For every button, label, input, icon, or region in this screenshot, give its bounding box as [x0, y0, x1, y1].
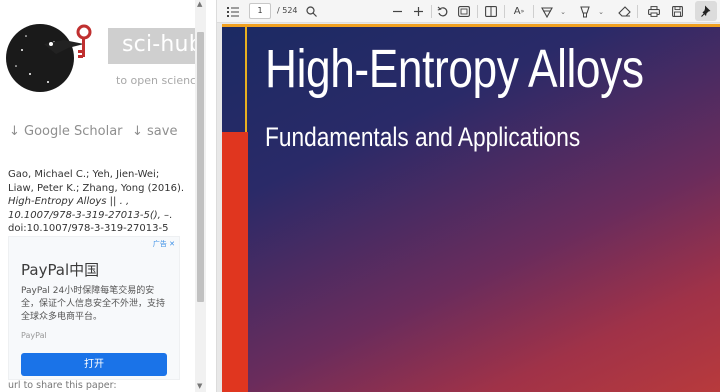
- cover-title: High-Entropy Alloys: [265, 39, 644, 99]
- scroll-thumb[interactable]: [197, 32, 204, 302]
- draw-icon[interactable]: [539, 3, 555, 20]
- eraser-icon[interactable]: [616, 3, 632, 20]
- zoom-in-icon[interactable]: [410, 3, 426, 20]
- scihub-panel: sci-hub to open science ↓ Google Scholar…: [0, 0, 206, 392]
- contents-icon[interactable]: [225, 3, 241, 20]
- search-icon[interactable]: [303, 3, 319, 20]
- page-total: / 524: [277, 6, 298, 15]
- two-page-icon[interactable]: [483, 3, 499, 20]
- page-number-input[interactable]: 1: [249, 3, 271, 19]
- ad-banner[interactable]: 广告 ✕ PayPal中国 PayPal 24小时保障每笔交易的安全，保证个人信…: [8, 236, 180, 380]
- zoom-out-icon[interactable]: [389, 3, 405, 20]
- pin-icon: [700, 5, 710, 17]
- ad-description: PayPal 24小时保障每笔交易的安全，保证个人信息安全不外泄，支持全球众多电…: [21, 286, 166, 322]
- toolbar-divider: [637, 5, 638, 18]
- citation-title: High-Entropy Alloys || . , 10.1007/978-3…: [8, 196, 161, 221]
- highlight-dropdown-icon[interactable]: ⌄: [596, 3, 606, 20]
- rotate-icon[interactable]: [435, 3, 451, 20]
- brand-tagline: to open science: [116, 74, 203, 87]
- brand-title[interactable]: sci-hub: [122, 32, 203, 57]
- scihub-raven-logo[interactable]: [4, 14, 104, 96]
- read-aloud-icon[interactable]: A»: [511, 3, 527, 20]
- toolbar-divider: [533, 5, 534, 18]
- toolbar-divider: [477, 5, 478, 18]
- draw-dropdown-icon[interactable]: ⌄: [558, 3, 568, 20]
- ad-title[interactable]: PayPal中国: [21, 259, 99, 280]
- scroll-up-icon[interactable]: ▲: [197, 0, 202, 8]
- highlight-icon[interactable]: [577, 3, 593, 20]
- cover-red-bar: [222, 132, 248, 392]
- toolbar-divider: [431, 5, 432, 18]
- citation-text: Gao, Michael C.; Yeh, Jien-Wei; Liaw, Pe…: [8, 168, 186, 236]
- save-link[interactable]: ↓ save: [132, 124, 177, 139]
- cover-accent-line: [245, 27, 247, 133]
- cover-top-strip: [222, 24, 720, 27]
- ad-brand: PayPal: [21, 331, 47, 340]
- left-scrollbar[interactable]: ▲ ▼: [195, 0, 206, 392]
- google-scholar-link[interactable]: ↓ Google Scholar: [9, 124, 123, 139]
- scroll-down-icon[interactable]: ▼: [197, 382, 202, 390]
- citation-authors: Gao, Michael C.; Yeh, Jien-Wei; Liaw, Pe…: [8, 169, 185, 194]
- ad-close-icon[interactable]: ✕: [169, 240, 175, 248]
- save-icon[interactable]: [669, 3, 685, 20]
- print-icon[interactable]: [646, 3, 662, 20]
- toolbar-divider: [504, 5, 505, 18]
- ad-badge[interactable]: 广告 ✕: [153, 239, 175, 249]
- pin-toolbar-button[interactable]: [695, 1, 717, 21]
- share-label: url to share this paper:: [8, 380, 117, 391]
- ad-open-button[interactable]: 打开: [21, 353, 167, 376]
- pdf-viewer: 1 / 524 A» ⌄ ⌄ High-Entropy Alloys Funda…: [216, 0, 720, 392]
- book-cover: High-Entropy Alloys Fundamentals and App…: [222, 24, 720, 392]
- pdf-toolbar: 1 / 524 A» ⌄ ⌄: [217, 0, 720, 23]
- fit-page-icon[interactable]: [456, 3, 472, 20]
- cover-subtitle: Fundamentals and Applications: [265, 122, 581, 152]
